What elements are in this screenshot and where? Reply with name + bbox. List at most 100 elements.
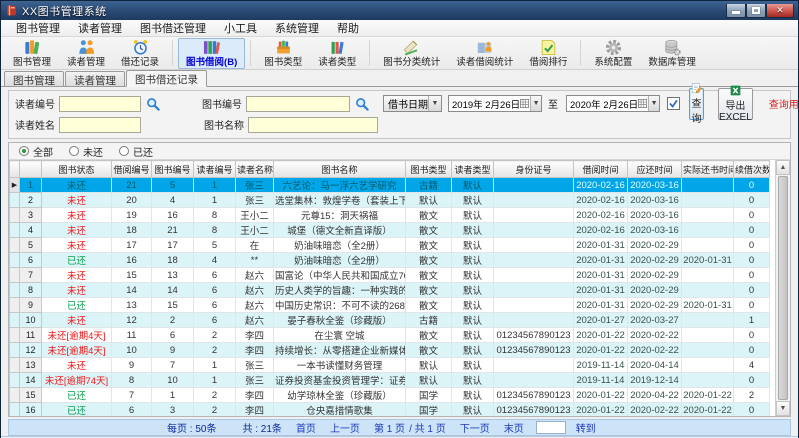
export-excel-button[interactable]: 导出EXCEL bbox=[718, 85, 753, 123]
reader-search-icon[interactable] bbox=[146, 96, 160, 112]
date-type-select[interactable]: 借书日期 ▼ bbox=[383, 95, 442, 112]
filter-radio-已还[interactable]: 已还 bbox=[119, 144, 153, 159]
cell-reader_name: 赵六 bbox=[235, 282, 274, 298]
reader-stats-icon bbox=[475, 38, 494, 57]
readers-icon bbox=[77, 38, 96, 57]
column-header-读者类型[interactable]: 读者类型 bbox=[451, 160, 494, 178]
cell-borrow_date: 2020-01-22 bbox=[573, 387, 628, 403]
cell-book_name: 六艺论：马一浮六艺学研究 bbox=[273, 177, 406, 193]
menu-item-4[interactable]: 系统管理 bbox=[266, 19, 328, 37]
table-row-15[interactable]: 15 已还 7 1 2 李四 幼学琼林全鉴（珍藏版） 国学 默认 01234567890123 20… bbox=[9, 387, 770, 403]
toolbar-button-图书分类统计[interactable]: 图书分类统计 bbox=[375, 38, 448, 69]
query-button[interactable]: 查询 bbox=[689, 83, 704, 125]
scrollbar-thumb[interactable] bbox=[778, 176, 788, 400]
cell-borrow_no: 13 bbox=[111, 297, 152, 313]
date-from-picker[interactable]: 2019年 2月26日 ▼ bbox=[448, 95, 542, 112]
last-page-link[interactable]: 末页 bbox=[504, 420, 524, 435]
tab-读者管理[interactable]: 读者管理 bbox=[65, 71, 125, 87]
menu-item-2[interactable]: 图书借还管理 bbox=[131, 19, 215, 37]
table-row-16[interactable]: 16 已还 6 3 2 李四 仓央嘉措情歌集 国学 默认 01234567890123 2020-0… bbox=[9, 402, 770, 416]
toolbar-button-读者借阅统计[interactable]: 读者借阅统计 bbox=[448, 38, 521, 69]
minimize-button[interactable] bbox=[726, 3, 746, 18]
table-row-10[interactable]: 10 未还 12 2 6 赵六 晏子春秋全鉴（珍藏版） 古籍 默认 2020-01-27 2020-… bbox=[9, 312, 770, 328]
vertical-scrollbar[interactable]: ▲ ▼ bbox=[775, 160, 790, 416]
table-row-8[interactable]: 8未还14146赵六历史人类学的旨趣：一种实践的历史学散文默认2020-01-3… bbox=[9, 282, 770, 298]
table-row-13[interactable]: 13 未还 9 7 1 张三 一本书读懂财务管理 默认 默认 2019-11-14 2020-04-… bbox=[9, 357, 770, 373]
tab-图书借还记录[interactable]: 图书借还记录 bbox=[126, 70, 207, 87]
book-id-input[interactable] bbox=[246, 95, 350, 112]
menu-item-0[interactable]: 图书管理 bbox=[7, 19, 69, 37]
first-page-link[interactable]: 首页 bbox=[296, 420, 316, 435]
reader-id-input[interactable] bbox=[59, 95, 141, 112]
cell-book_no: 7 bbox=[151, 357, 194, 373]
cell-borrow_no: 19 bbox=[111, 207, 152, 223]
goto-button[interactable]: 转到 bbox=[576, 420, 596, 435]
row-indicator bbox=[9, 387, 20, 403]
column-header-图书编号[interactable]: 图书编号 bbox=[151, 160, 194, 178]
column-header-读者编号[interactable]: 读者编号 bbox=[193, 160, 236, 178]
toolbar-button-图书借阅(B)[interactable]: 图书借阅(B) bbox=[178, 37, 246, 69]
cell-reader_no: 2 bbox=[193, 402, 236, 416]
next-page-link[interactable]: 下一页 bbox=[460, 420, 490, 435]
table-row-9[interactable]: 9已还13156赵六中国历史常识：不可不读的268个中国历史常识（...散文默认… bbox=[9, 297, 770, 313]
column-header-图书类型[interactable]: 图书类型 bbox=[405, 160, 452, 178]
cell-status: 未还[逾期4天] bbox=[41, 327, 112, 343]
table-row-3[interactable]: 3 未还 19 16 8 王小二 元尊15：洞天祸福 散文 默认 2020-02-16 2020-0… bbox=[9, 207, 770, 223]
cell-reader_no: 8 bbox=[193, 207, 236, 223]
column-header-借阅编号[interactable]: 借阅编号 bbox=[111, 160, 152, 178]
menu-item-1[interactable]: 读者管理 bbox=[69, 19, 131, 37]
toolbar-button-借阅排行[interactable]: 借阅排行 bbox=[521, 38, 575, 69]
toolbar-button-读者管理[interactable]: 读者管理 bbox=[59, 38, 113, 69]
cell-book_no: 21 bbox=[151, 222, 194, 238]
column-header-应还时间[interactable]: 应还时间 bbox=[627, 160, 682, 178]
table-row-1[interactable]: ▶ 1 未还 21 5 1 张三 六艺论：马一浮六艺学研究 古籍 默认 2020-02-16 2020… bbox=[9, 177, 770, 193]
cell-reader_no: 2 bbox=[193, 387, 236, 403]
toolbar-button-label: 借还记录 bbox=[121, 57, 160, 68]
table-row-14[interactable]: 14未还[逾期74天]8101张三证券投资基金投资管理学：证券投资、投资管理、.… bbox=[9, 372, 770, 388]
cell-reader_name: 张三 bbox=[235, 357, 274, 373]
prev-page-link[interactable]: 上一页 bbox=[330, 420, 360, 435]
toolbar-button-读者类型[interactable]: 读者类型 bbox=[310, 38, 364, 69]
scroll-down-icon[interactable]: ▼ bbox=[776, 401, 790, 416]
column-header-借阅时间[interactable]: 借阅时间 bbox=[573, 160, 628, 178]
toolbar-button-借还记录[interactable]: 借还记录 bbox=[113, 38, 167, 69]
toolbar-button-数据库管理[interactable]: 数据库管理 bbox=[640, 38, 704, 69]
row-number: 15 bbox=[19, 387, 42, 403]
tab-图书管理[interactable]: 图书管理 bbox=[4, 71, 64, 87]
table-row-4[interactable]: 4 未还 18 21 8 王小二 城堡（德文全新直译版） 散文 默认 2020-02-16 2020… bbox=[9, 222, 770, 238]
column-header-图书状态[interactable]: 图书状态 bbox=[41, 160, 112, 178]
filter-radio-全部[interactable]: 全部 bbox=[19, 144, 53, 159]
menu-item-5[interactable]: 帮助 bbox=[328, 19, 368, 37]
date-filter-checkbox[interactable] bbox=[667, 97, 680, 110]
column-header-身份证号[interactable]: 身份证号 bbox=[493, 160, 574, 178]
cell-return_date bbox=[681, 207, 734, 223]
reader-id-label: 读者编号 bbox=[15, 100, 55, 111]
book-name-input[interactable] bbox=[248, 116, 378, 133]
column-header-续借次数[interactable]: 续借次数 bbox=[733, 160, 770, 178]
table-row-11[interactable]: 11 未还[逾期4天] 11 6 2 李四 在尘寰 空城 散文 默认 01234567890123… bbox=[9, 327, 770, 343]
reader-name-input[interactable] bbox=[59, 116, 141, 133]
toolbar-button-label: 读者管理 bbox=[67, 57, 106, 68]
row-indicator bbox=[9, 192, 20, 208]
filter-radio-未还[interactable]: 未还 bbox=[69, 144, 103, 159]
column-header-实际还书时间[interactable]: 实际还书时间 bbox=[681, 160, 734, 178]
toolbar-button-图书管理[interactable]: 图书管理 bbox=[5, 38, 59, 69]
table-row-5[interactable]: 5 未还 17 17 5 在奶油味暗恋（全2册） 散文 默认 2020-01-31 2020-02… bbox=[9, 237, 770, 253]
table-row-2[interactable]: 2未还2041张三选堂集林：敦煌学卷（套装上下册）默认默认2020-02-162… bbox=[9, 192, 770, 208]
date-to-picker[interactable]: 2020年 2月26日 ▼ bbox=[566, 95, 660, 112]
column-header-图书名称[interactable]: 图书名称 bbox=[273, 160, 406, 178]
book-search-icon[interactable] bbox=[355, 96, 369, 112]
cell-borrow_no: 17 bbox=[111, 237, 152, 253]
toolbar-button-系统配置[interactable]: 系统配置 bbox=[586, 38, 640, 69]
ranking-icon bbox=[539, 38, 558, 57]
scroll-up-icon[interactable]: ▲ bbox=[776, 160, 790, 175]
table-row-7[interactable]: 7未还15136赵六国富论（中华人民共和国成立70周年珍藏本）散文默认 2020-… bbox=[9, 267, 770, 283]
toolbar-button-图书类型[interactable]: 图书类型 bbox=[256, 38, 310, 69]
table-row-12[interactable]: 12未还[逾期4天]1092李四持续增长：从零搭建企业新媒体运营体系散文默认01… bbox=[9, 342, 770, 358]
close-button[interactable]: ✕ bbox=[766, 3, 794, 18]
menu-item-3[interactable]: 小工具 bbox=[215, 19, 266, 37]
column-header-读者名称[interactable]: 读者名称 bbox=[235, 160, 274, 178]
maximize-button[interactable] bbox=[746, 3, 766, 18]
table-row-6[interactable]: 6 已还 16 18 4 ** 奶油味暗恋（全2册） 散文 默认 2020-01-31 2020-0… bbox=[9, 252, 770, 268]
goto-page-input[interactable] bbox=[535, 421, 566, 434]
